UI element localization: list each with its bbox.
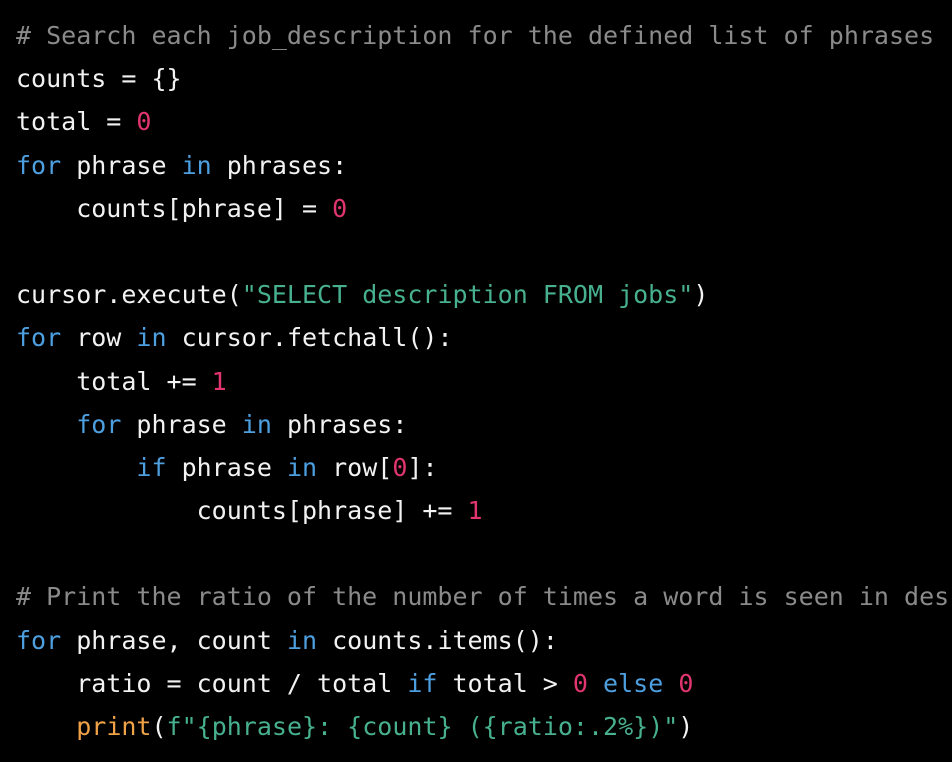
code-line: # Print the ratio of the number of times… [16,575,949,618]
code-token-number: 0 [572,668,588,698]
code-line: cursor.execute("SELECT description FROM … [16,273,949,316]
code-token-plain: counts[phrase] += [16,496,468,526]
code-token-keyword: for [16,323,62,353]
code-token-number: 1 [211,366,227,396]
code-token-keyword: in [181,150,212,180]
code-token-number: 0 [136,107,152,137]
code-line: counts[phrase] += 1 [16,489,949,532]
code-token-number: 0 [332,193,348,223]
code-line: total += 1 [16,360,949,403]
code-line: for row in cursor.fetchall(): [16,316,949,359]
code-token-number: 0 [678,668,694,698]
code-token-keyword: for [76,409,122,439]
code-token-plain: phrase [121,409,242,439]
code-line: if phrase in row[0]: [16,446,949,489]
code-line: for phrase in phrases: [16,403,949,446]
code-token-plain: ]: [407,452,438,482]
code-line: ratio = count / total if total > 0 else … [16,662,949,705]
code-token-plain: counts = {} [16,64,182,94]
code-token-plain: ) [693,280,709,310]
code-token-keyword: if [136,452,167,482]
code-token-string: "SELECT description FROM jobs" [241,280,694,310]
code-token-string: f"{phrase}: {count} ({ratio:.2%})" [166,712,679,741]
code-token-keyword: in [286,452,318,482]
code-token-builtin: print [76,712,152,741]
code-token-plain: cursor.execute( [16,280,242,310]
code-line: for phrase, count in counts.items(): [16,619,949,662]
code-token-plain: phrase, count [61,625,287,655]
code-token-plain: phrase [166,452,287,482]
code-token-plain: phrase [61,150,182,180]
code-block: # Search each job_description for the de… [16,14,949,748]
code-token-number: 0 [392,452,408,482]
code-token-keyword: in [286,625,318,655]
code-token-keyword: else [603,668,664,698]
code-token-plain: cursor.fetchall(): [166,323,453,353]
code-token-plain: total > [437,668,573,698]
code-token-plain: ratio = count / total [16,668,408,698]
code-line: print(f"{phrase}: {count} ({ratio:.2%})"… [16,705,949,748]
code-token-keyword: if [407,668,438,698]
code-token-keyword: in [241,409,272,439]
code-token-plain: ) [678,712,694,741]
code-token-plain: counts.items(): [317,625,558,655]
code-token-keyword: for [16,150,62,180]
code-line: total = 0 [16,100,949,143]
code-token-plain: ( [151,712,167,741]
code-token-plain: row[ [317,452,393,482]
code-token-keyword: for [16,625,62,655]
code-line: counts[phrase] = 0 [16,187,949,230]
code-token-comment: # Search each job_description for the de… [16,21,935,50]
code-line: # Search each job_description for the de… [16,14,949,57]
code-token-keyword: in [136,323,167,353]
code-token-plain: phrases: [211,150,348,180]
code-token-plain: total += [16,366,212,396]
code-token-number: 1 [467,496,483,526]
code-token-comment: # Print the ratio of the number of times… [16,582,950,612]
code-token-plain: counts[phrase] = [16,193,333,223]
code-token-plain: phrases: [271,409,408,439]
code-line: counts = {} [16,57,949,100]
code-token-plain: total = [16,107,137,137]
code-line: for phrase in phrases: [16,144,949,187]
code-editor-view[interactable]: # Search each job_description for the de… [0,0,952,762]
code-token-plain: row [61,323,137,353]
